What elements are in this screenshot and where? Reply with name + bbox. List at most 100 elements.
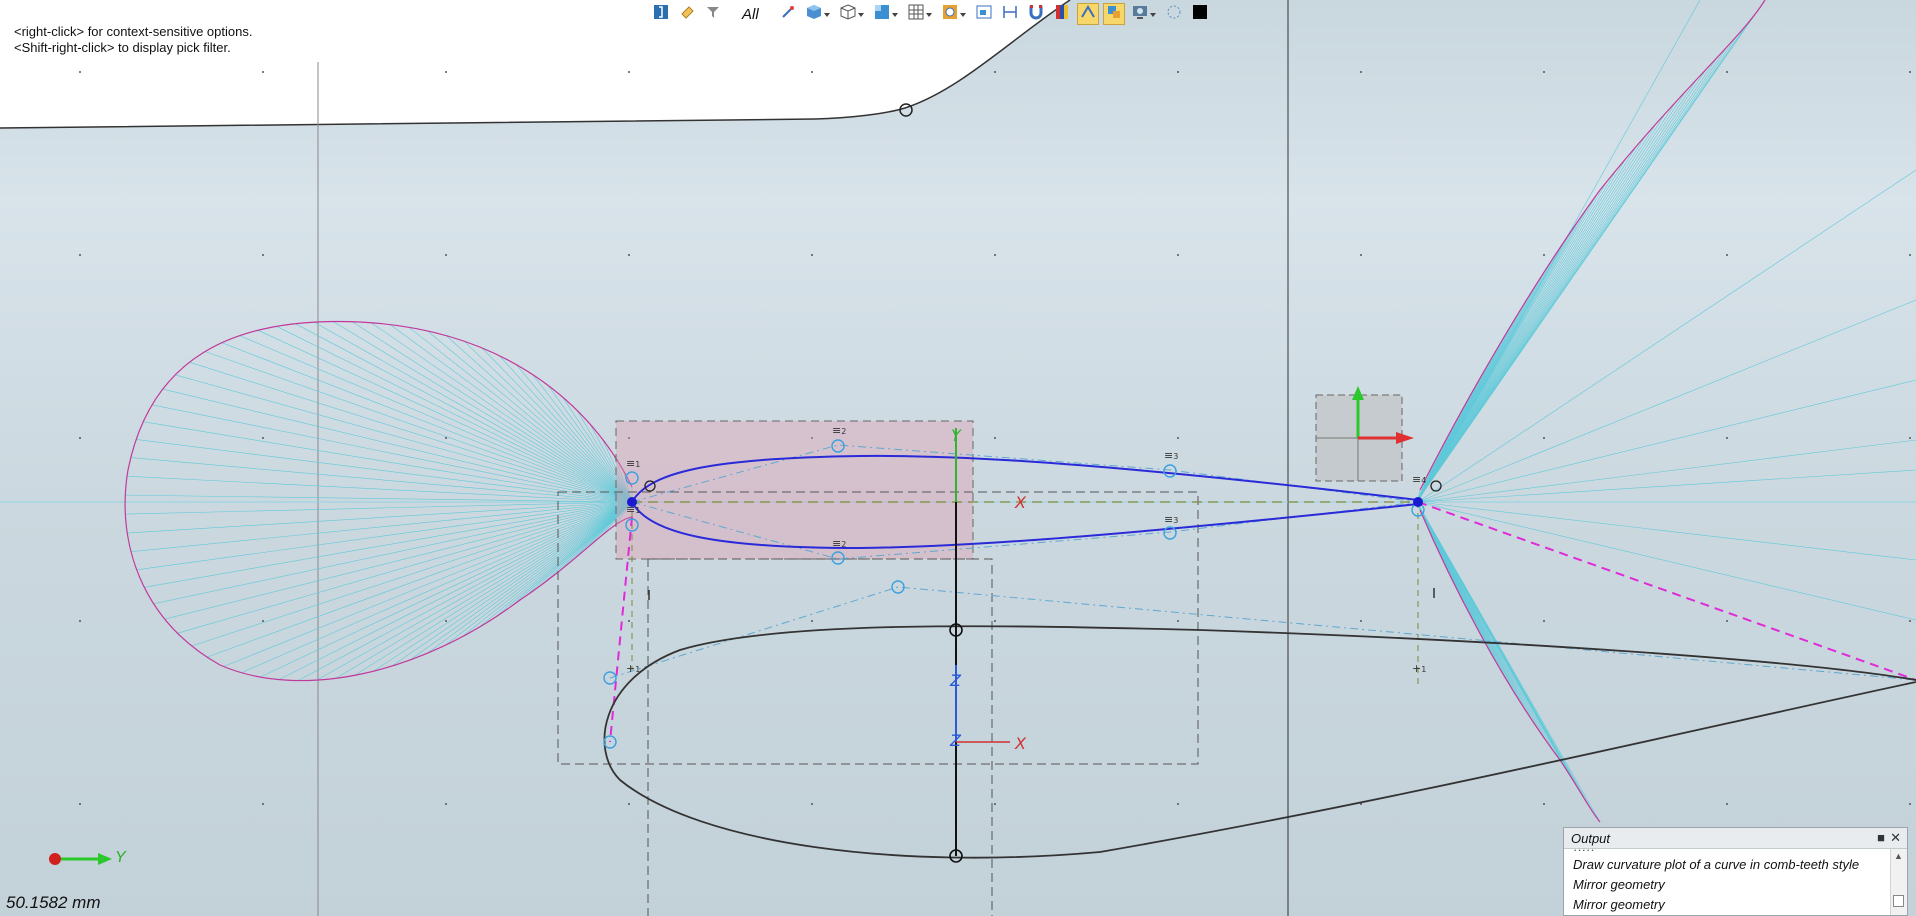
shaded-cube-button[interactable]	[803, 3, 830, 25]
image-button[interactable]	[973, 3, 995, 25]
wireframe-cube-icon	[840, 3, 856, 25]
comb-tooth	[499, 355, 633, 503]
color-bar-button[interactable]	[1051, 3, 1073, 25]
paint-button[interactable]	[1102, 3, 1125, 25]
comb-tooth	[144, 501, 633, 588]
output-line: Mirror geometry	[1573, 897, 1665, 912]
grid-dot	[994, 803, 996, 805]
comb-tooth	[1417, 123, 1656, 501]
view-plane-icon	[874, 4, 890, 25]
constraint-marker: ≡4	[1412, 473, 1426, 486]
grid-dot	[628, 71, 630, 73]
grid-dot	[445, 803, 447, 805]
comb-tooth	[1417, 146, 1637, 501]
comb-tooth	[445, 335, 633, 503]
comb-tooth	[463, 341, 633, 503]
comb-tooth	[1417, 57, 1718, 501]
comb-tooth	[427, 330, 633, 503]
mirrored-airfoil[interactable]	[603, 625, 1916, 859]
eraser-button[interactable]	[676, 3, 698, 25]
scene-canvas[interactable]: X Y Z Z X ≡1 ≡2 ≡3 ≡1 ≡2 ≡3 ≡4 +1 +1	[0, 0, 1916, 916]
scroll-up-icon[interactable]: ▲	[1894, 851, 1903, 861]
snap-target-button[interactable]	[939, 3, 966, 25]
comb-tooth	[1417, 112, 1666, 501]
close-icon[interactable]: ✕	[1890, 830, 1901, 846]
grid-icon	[908, 4, 924, 25]
grid-dot	[445, 437, 447, 439]
graphics-viewport[interactable]: X Y Z Z X ≡1 ≡2 ≡3 ≡1 ≡2 ≡3 ≡4 +1 +1 <ri…	[0, 0, 1916, 916]
comb-tooth	[461, 501, 633, 638]
grid-dot	[262, 437, 264, 439]
grid-button[interactable]	[905, 3, 932, 25]
output-title: Output	[1571, 830, 1611, 846]
magnet-button[interactable]	[1025, 3, 1047, 25]
black-square-button[interactable]	[1189, 3, 1211, 25]
grid-dot	[262, 620, 264, 622]
measurement-readout: 50.1582 mm	[6, 893, 101, 912]
grid-dot	[1909, 71, 1911, 73]
dimension-icon	[1002, 4, 1018, 25]
color-bar-icon	[1054, 4, 1070, 25]
comb-tooth	[205, 351, 633, 503]
grid-dot	[1177, 254, 1179, 256]
snap-target-icon	[942, 4, 958, 25]
grid-dot	[1177, 71, 1179, 73]
comb-tooth	[427, 501, 633, 654]
grid-dot	[1909, 803, 1911, 805]
black-square-icon	[1192, 4, 1208, 25]
constraint-marker: ≡3	[1164, 449, 1178, 462]
comb-tooth	[125, 494, 633, 503]
pin-icon[interactable]: ■	[1877, 830, 1885, 845]
grid-dot	[262, 254, 264, 256]
constraint-marker: +1	[1412, 662, 1426, 675]
view-toolbar: All	[650, 2, 1211, 26]
grid-dot	[262, 803, 264, 805]
grid-dot	[811, 71, 813, 73]
comb-tooth	[1417, 503, 1601, 823]
grid-dot	[445, 620, 447, 622]
comb-tooth	[335, 501, 633, 679]
comb-tooth	[1417, 181, 1608, 501]
comb-tooth	[278, 501, 633, 680]
grid-dot	[811, 620, 813, 622]
image-icon	[976, 4, 992, 25]
filter-button[interactable]	[702, 3, 724, 25]
output-line: Draw curvature plot of a curve in comb-t…	[1573, 857, 1860, 872]
grid-dot	[79, 437, 81, 439]
grid-dot	[1726, 620, 1728, 622]
view-plane-button[interactable]	[871, 3, 898, 25]
comb-tooth	[1417, 169, 1617, 501]
comb-tooth	[1417, 101, 1677, 501]
grid-dot	[994, 254, 996, 256]
grid-dots	[79, 71, 1911, 805]
output-scrollbar[interactable]: ▲	[1890, 849, 1907, 915]
pick-filter-label[interactable]: All	[728, 6, 773, 23]
comb-tooth	[1417, 439, 1916, 503]
grid-dot	[1543, 620, 1545, 622]
grid-dot	[1543, 254, 1545, 256]
control-point[interactable]	[1163, 464, 1177, 478]
comb-tooth	[221, 342, 633, 503]
comb-tooth	[130, 457, 633, 503]
grid-dot	[1177, 620, 1179, 622]
dotted-circle-button[interactable]	[1163, 3, 1185, 25]
comb-tooth	[241, 501, 633, 673]
comb-tooth	[1417, 169, 1916, 503]
view-triad	[49, 853, 112, 865]
dashed-frame-lower	[647, 558, 993, 916]
grid-dot	[1360, 620, 1362, 622]
curve-end-marker	[1430, 480, 1442, 492]
comb-tooth	[127, 501, 633, 534]
endpoint-right[interactable]	[1413, 497, 1423, 507]
dimension-button[interactable]	[999, 3, 1021, 25]
display-button[interactable]	[1129, 3, 1156, 25]
grid-dot	[1909, 620, 1911, 622]
wireframe-cube-button[interactable]	[837, 3, 864, 25]
curve-select-button[interactable]	[1076, 3, 1099, 25]
comb-tooth	[390, 324, 633, 503]
grid-dot	[1177, 437, 1179, 439]
exit-button[interactable]	[650, 3, 672, 25]
scroll-thumb[interactable]	[1893, 895, 1904, 907]
wand-button[interactable]	[777, 3, 799, 25]
grid-dot	[811, 803, 813, 805]
